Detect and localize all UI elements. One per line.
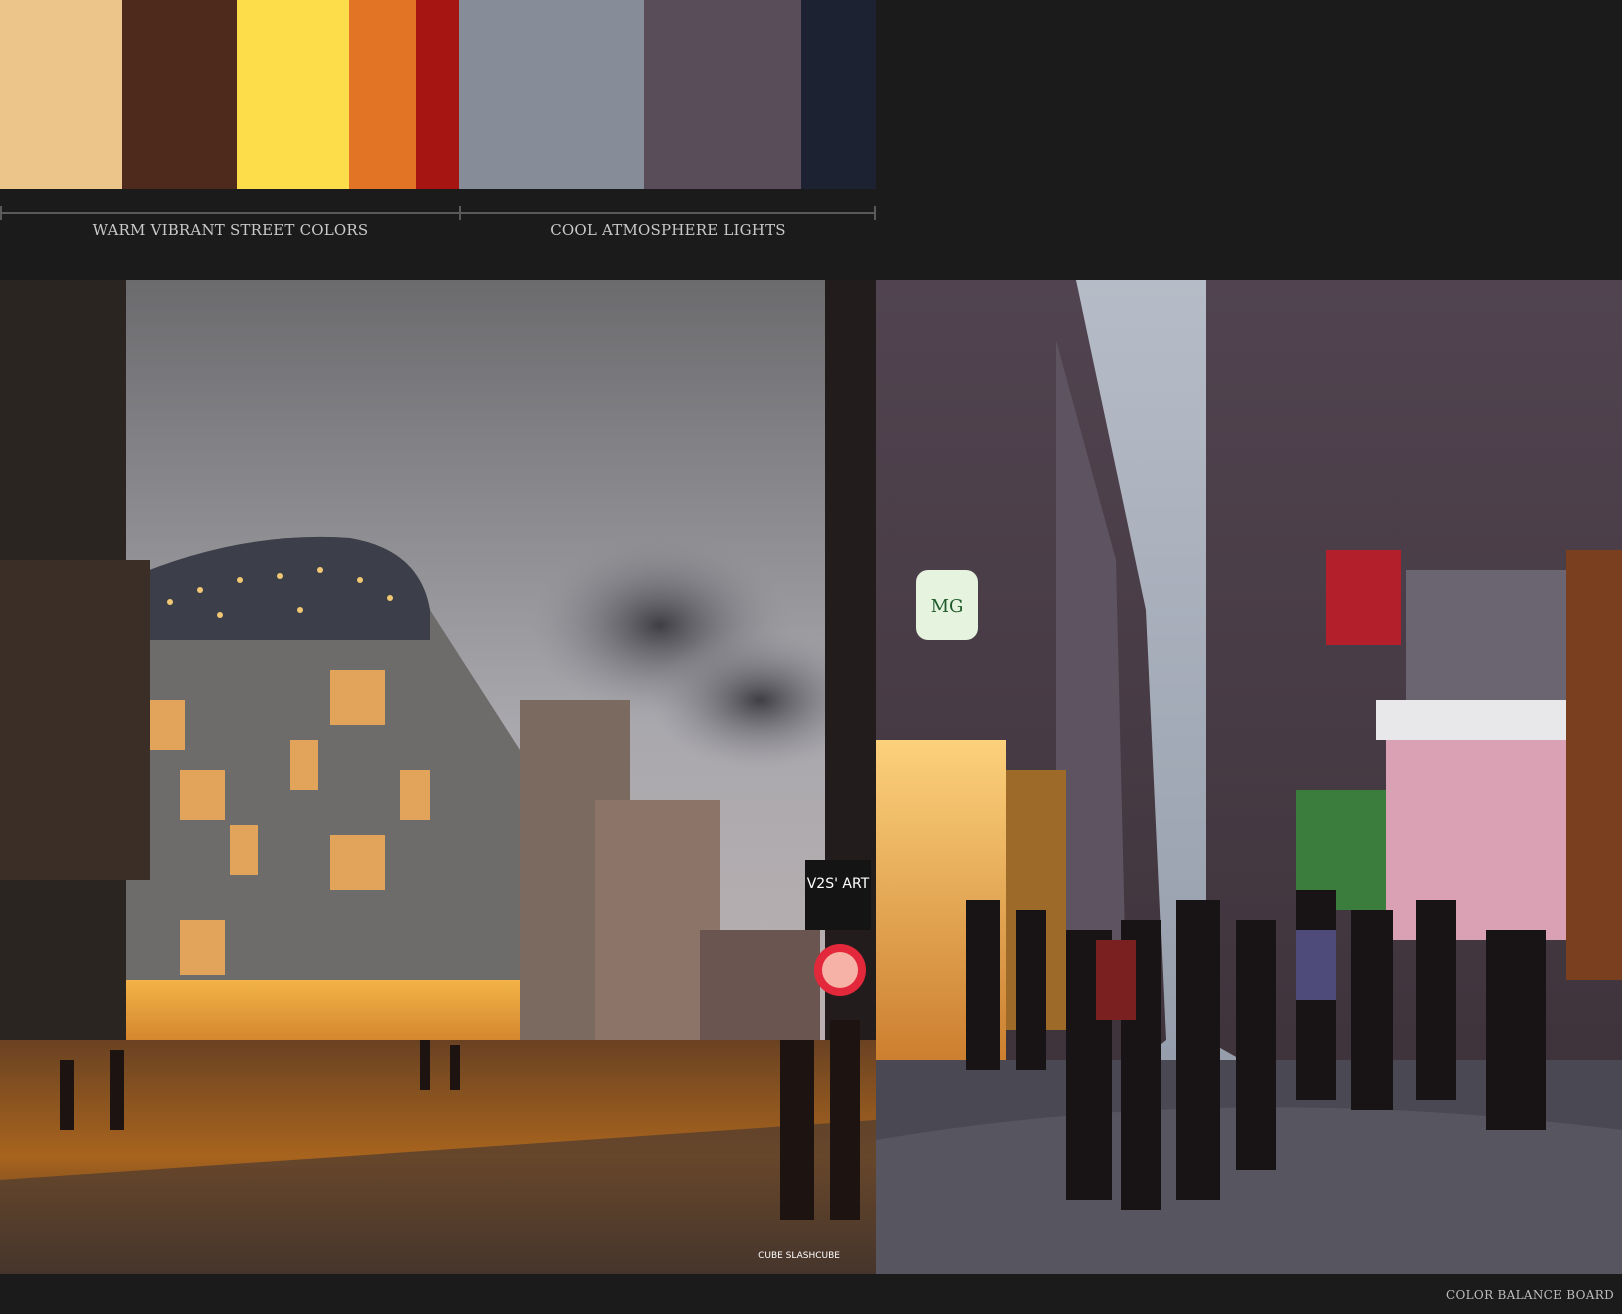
cool-group-label: COOL ATMOSPHERE LIGHTS (550, 221, 786, 239)
vis-art-sign: V2S' ART (807, 876, 870, 892)
swatch-grey-blue (459, 0, 644, 189)
swatch-tan (0, 0, 122, 189)
photo-render-street: V2S' ART CUBE SLASHCUBE (0, 280, 876, 1274)
color-palette (0, 0, 876, 189)
board-title: COLOR BALANCE BOARD (1446, 1288, 1614, 1302)
swatch-brown (122, 0, 237, 189)
photo-paris-street: MG (876, 280, 1622, 1274)
swatch-navy (801, 0, 876, 189)
swatch-mauve (644, 0, 801, 189)
warm-group-label: WARM VIBRANT STREET COLORS (92, 221, 369, 239)
cool-group-bracket (459, 206, 876, 220)
swatch-red (416, 0, 459, 189)
render-watermark: CUBE SLASHCUBE (758, 1251, 840, 1261)
swatch-yellow (237, 0, 349, 189)
warm-group-bracket (0, 206, 461, 220)
swatch-orange (349, 0, 416, 189)
mg-sign: MG (931, 596, 964, 617)
